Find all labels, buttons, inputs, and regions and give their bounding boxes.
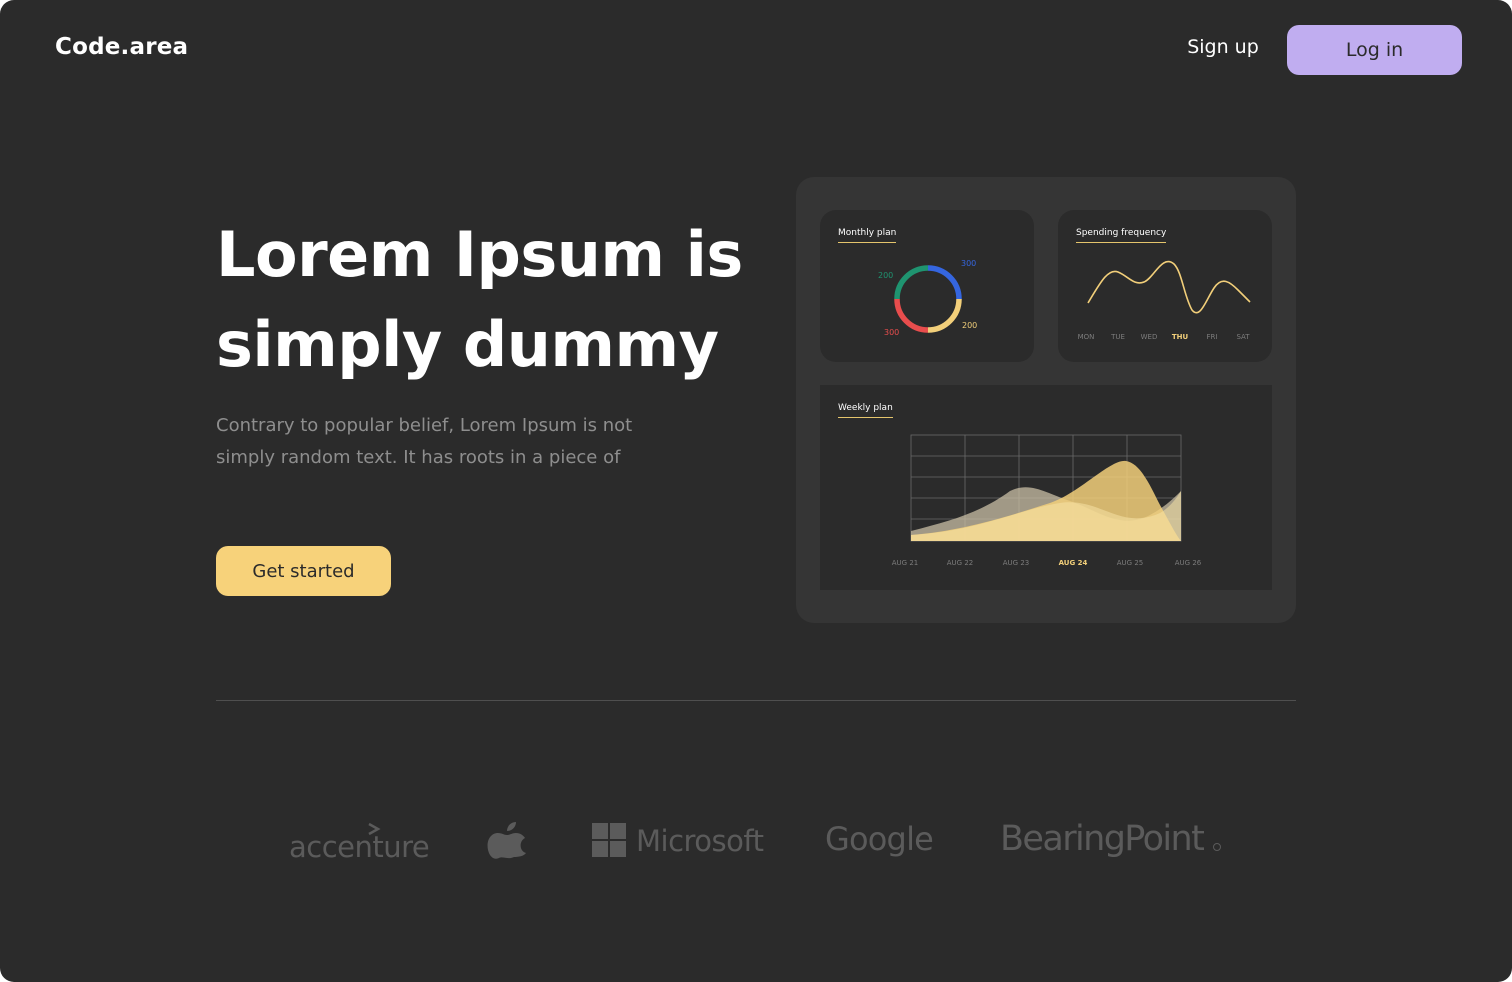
day-label: MON	[1078, 333, 1095, 341]
hero-subtext-line-2: simply random text. It has roots in a pi…	[216, 447, 621, 468]
donut-label-bottom-right: 200	[962, 321, 977, 330]
accenture-logo: accenture	[289, 830, 429, 864]
donut-label-bottom-left: 300	[884, 328, 899, 337]
date-label: AUG 25	[1117, 559, 1143, 567]
registered-mark-icon	[1213, 843, 1221, 851]
brand-logo[interactable]: Code.area	[55, 34, 188, 60]
google-logo: Google	[825, 820, 933, 858]
hero-subtext: Contrary to popular belief, Lorem Ipsum …	[216, 410, 646, 474]
dashboard-preview: 300 200 300 200 Monthly plan MON TUE WED…	[796, 177, 1296, 623]
date-label-active: AUG 24	[1059, 559, 1088, 567]
weekly-plan-title: Weekly plan	[838, 403, 893, 418]
login-button[interactable]: Log in	[1287, 25, 1462, 75]
hero-subtext-line-1: Contrary to popular belief, Lorem Ipsum …	[216, 415, 633, 436]
signup-link[interactable]: Sign up	[1178, 36, 1268, 58]
donut-label-top-left: 200	[878, 271, 893, 280]
day-label: WED	[1141, 333, 1158, 341]
monthly-plan-card: 300 200 300 200 Monthly plan	[820, 210, 1034, 362]
date-label: AUG 26	[1175, 559, 1202, 567]
date-label: AUG 22	[947, 559, 973, 567]
date-label: AUG 23	[1003, 559, 1029, 567]
day-label: FRI	[1207, 333, 1218, 341]
donut-label-top-right: 300	[961, 259, 976, 268]
bearingpoint-logo: BearingPoint	[1000, 819, 1204, 859]
hero-headline-line-1: Lorem Ipsum is	[216, 218, 743, 291]
spending-frequency-title: Spending frequency	[1076, 228, 1167, 243]
spending-line	[1087, 260, 1251, 314]
landing-page: Code.area Sign up Log in Lorem Ipsum is …	[0, 0, 1512, 982]
section-divider	[216, 700, 1296, 701]
monthly-plan-title: Monthly plan	[838, 228, 897, 243]
brand-logos: accenture Microsoft Google BearingPoint	[0, 800, 1512, 890]
microsoft-logo-icon	[592, 823, 626, 857]
hero-headline: Lorem Ipsum is simply dummy	[216, 210, 776, 390]
spending-frequency-card: MON TUE WED THU FRI SAT Spending frequen…	[1058, 210, 1272, 362]
weekly-plan-card: AUG 21 AUG 22 AUG 23 AUG 24 AUG 25 AUG 2…	[820, 385, 1272, 590]
apple-logo-icon	[487, 822, 526, 859]
day-label-active: THU	[1172, 333, 1189, 341]
date-label: AUG 21	[892, 559, 918, 567]
day-label: SAT	[1236, 333, 1250, 341]
day-label: TUE	[1110, 333, 1125, 341]
hero-headline-line-2: simply dummy	[216, 308, 719, 381]
get-started-button[interactable]: Get started	[216, 546, 391, 596]
microsoft-logo-text: Microsoft	[636, 824, 764, 858]
